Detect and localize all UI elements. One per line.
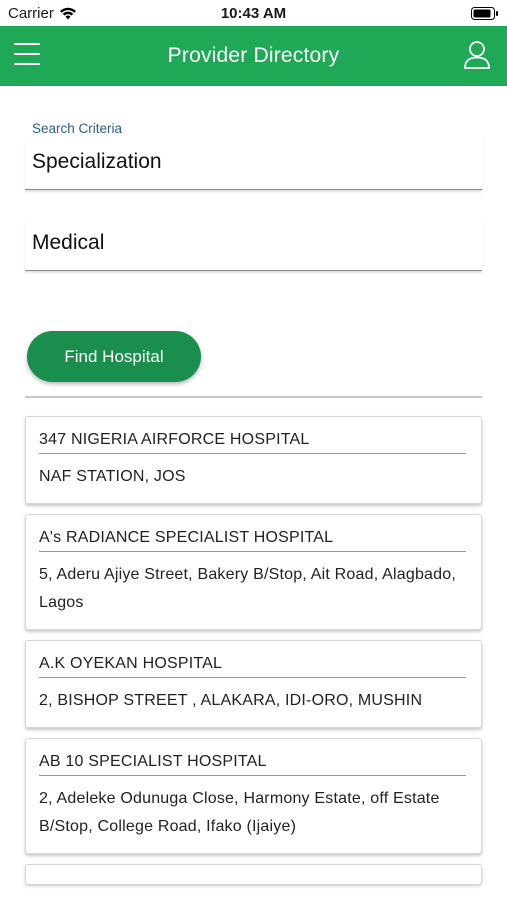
hospital-address: 2, BISHOP STREET , ALAKARA, IDI-ORO, MUS…	[39, 692, 423, 709]
category-value: Medical	[32, 231, 105, 254]
hospital-name: 347 NIGERIA AIRFORCE HOSPITAL	[39, 431, 466, 454]
find-hospital-button[interactable]: Find Hospital	[27, 331, 201, 382]
hospital-card[interactable]: A.K OYEKAN HOSPITAL 2, BISHOP STREET , A…	[25, 640, 482, 728]
hospital-name: A's RADIANCE SPECIALIST HOSPITAL	[39, 529, 466, 552]
user-profile-icon[interactable]	[463, 40, 493, 72]
search-criteria-select[interactable]: Specialization	[25, 138, 482, 190]
status-time: 10:43 AM	[220, 5, 287, 22]
hospital-address: NAF STATION, JOS	[39, 468, 186, 485]
search-criteria-value: Specialization	[32, 150, 162, 173]
divider	[25, 396, 482, 398]
search-criteria-label: Search Criteria	[32, 121, 123, 136]
hospital-name: A.K OYEKAN HOSPITAL	[39, 655, 466, 678]
hospital-results-list: 347 NIGERIA AIRFORCE HOSPITAL NAF STATIO…	[25, 416, 483, 894]
category-select[interactable]: Medical	[25, 219, 482, 271]
hospital-card[interactable]	[25, 864, 482, 884]
hospital-card[interactable]: A's RADIANCE SPECIALIST HOSPITAL 5, Ader…	[25, 514, 482, 630]
page-title: Provider Directory	[167, 44, 340, 67]
hospital-name: AB 10 SPECIALIST HOSPITAL	[39, 753, 466, 776]
status-bar: Carrier 10:43 AM	[0, 0, 507, 26]
hospital-card[interactable]: AB 10 SPECIALIST HOSPITAL 2, Adeleke Odu…	[25, 738, 482, 854]
navigation-bar: Provider Directory	[0, 26, 507, 86]
hospital-address: 2, Adeleke Odunuga Close, Harmony Estate…	[39, 790, 440, 835]
battery-icon	[471, 7, 499, 24]
hospital-address: 5, Aderu Ajiye Street, Bakery B/Stop, Ai…	[39, 566, 456, 611]
hospital-card[interactable]: 347 NIGERIA AIRFORCE HOSPITAL NAF STATIO…	[25, 416, 482, 504]
